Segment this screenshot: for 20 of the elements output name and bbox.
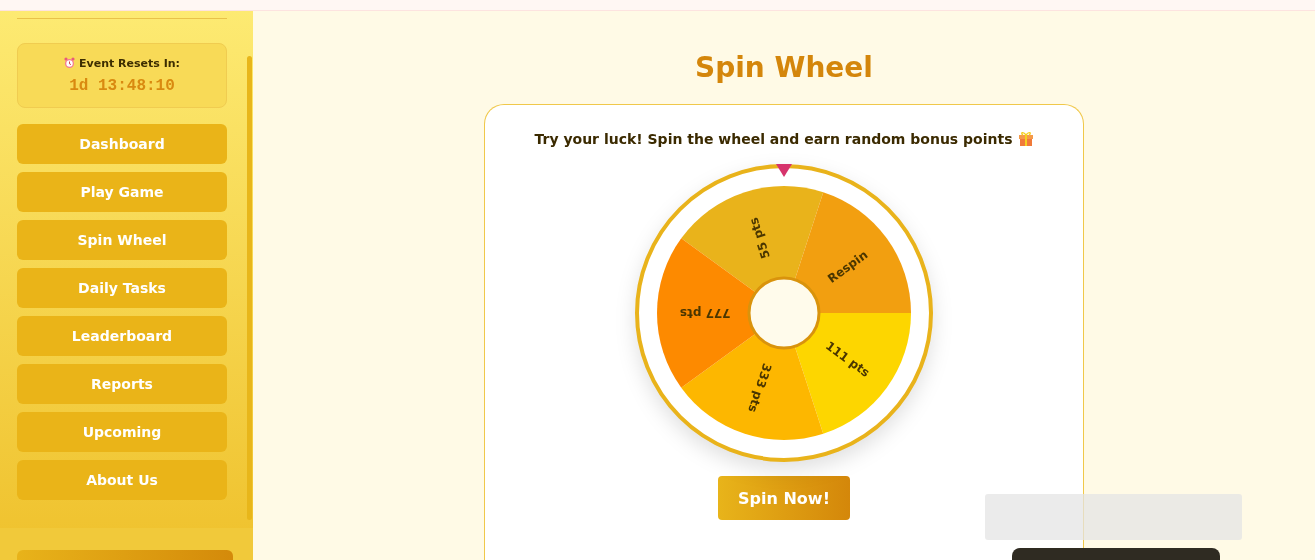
- gift-icon: [1017, 131, 1034, 147]
- page-title: Spin Wheel: [695, 51, 873, 84]
- card-subtitle: Try your luck! Spin the wheel and earn random bonus points: [534, 131, 1013, 147]
- segment-label: 777 pts: [679, 306, 731, 320]
- nav-button[interactable]: Leaderboard: [17, 316, 227, 356]
- timer-label: Event Resets In:: [79, 56, 180, 70]
- segment-label: 55 pts: [746, 215, 773, 261]
- timer-value: 1d 13:48:10: [69, 76, 175, 95]
- spin-button[interactable]: Spin Now!: [718, 476, 850, 520]
- segment-label: 333 pts: [745, 361, 775, 415]
- scrollbar[interactable]: [247, 56, 252, 520]
- nav-button[interactable]: Play Game: [17, 172, 227, 212]
- nav-button[interactable]: Upcoming: [17, 412, 227, 452]
- nav-button[interactable]: Reports: [17, 364, 227, 404]
- pointer-icon: [776, 164, 792, 177]
- alarm-clock-icon: [64, 57, 75, 69]
- nav-button[interactable]: About Us: [17, 460, 227, 500]
- nav-button[interactable]: Dashboard: [17, 124, 227, 164]
- nav-button[interactable]: Daily Tasks: [17, 268, 227, 308]
- nav-button[interactable]: Spin Wheel: [17, 220, 227, 260]
